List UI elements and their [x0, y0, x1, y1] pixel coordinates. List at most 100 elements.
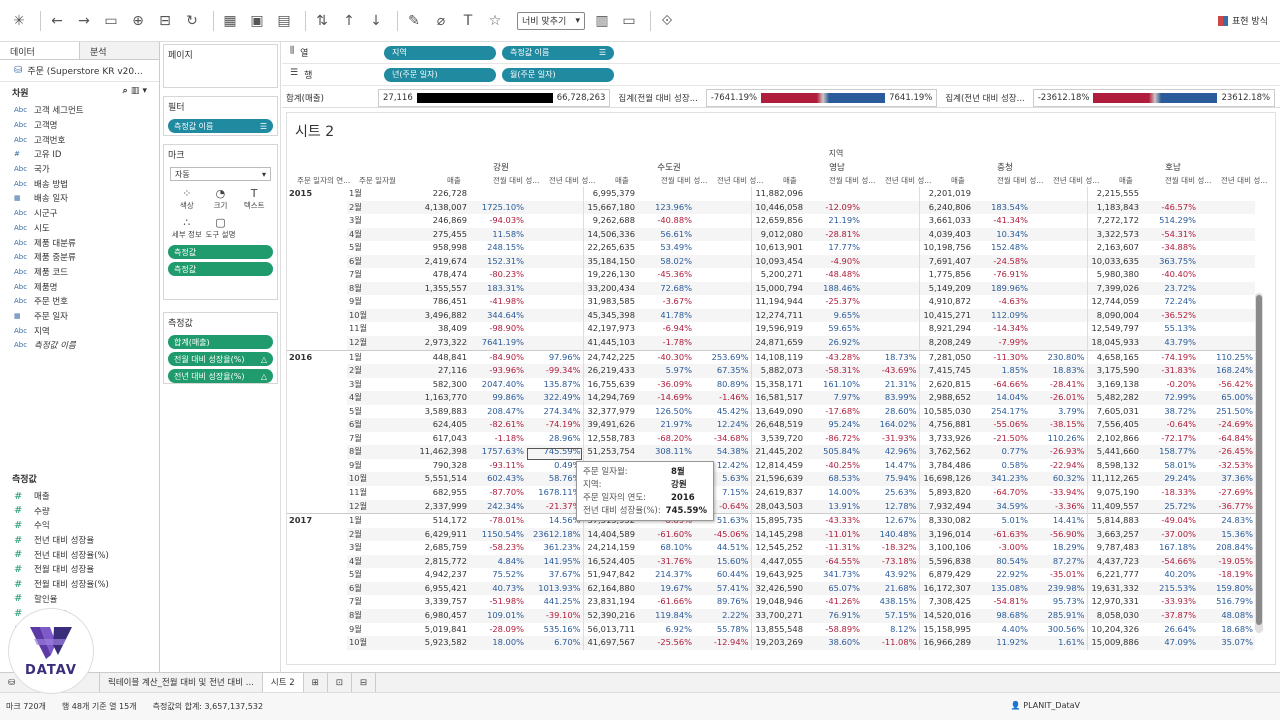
dimension-field[interactable]: Abc 제품명 [0, 279, 159, 294]
sales-cell[interactable]: 3,589,883 [415, 405, 469, 419]
month-cell[interactable]: 7월 [347, 595, 415, 609]
sales-cell[interactable]: 9,787,483 [1086, 541, 1141, 555]
month-cell[interactable]: 9월 [347, 295, 415, 309]
month-cell[interactable]: 10월 [347, 472, 415, 487]
sales-cell[interactable]: 3,339,757 [415, 595, 469, 609]
measure-column-header[interactable]: 전월 대비 성... [997, 175, 1043, 186]
growth-cell[interactable]: -64.70% [973, 486, 1030, 500]
growth-cell[interactable] [694, 322, 751, 336]
growth-cell[interactable]: 95.24% [805, 418, 862, 432]
sales-cell[interactable]: 3,496,882 [415, 308, 469, 323]
table-row[interactable]: 4월 1,163,770 99.86% 322.49% 14,294,769 -14.69… [287, 391, 1255, 405]
growth-cell[interactable]: 72.68% [637, 281, 694, 296]
sales-cell[interactable]: 3,175,590 [1086, 364, 1141, 378]
growth-cell[interactable]: 43.92% [862, 568, 919, 582]
growth-cell[interactable]: -19.05% [1198, 554, 1255, 569]
month-cell[interactable]: 5월 [347, 405, 415, 419]
growth-cell[interactable] [1141, 187, 1198, 201]
growth-cell[interactable]: 40.73% [469, 581, 526, 596]
sales-cell[interactable]: 3,661,033 [918, 214, 973, 228]
growth-cell[interactable]: 438.15% [862, 595, 919, 609]
table-row[interactable]: 7월 617,043 -1.18% 28.96% 12,558,783 -68.20% -3… [287, 431, 1255, 446]
sales-cell[interactable]: 275,455 [415, 227, 469, 242]
tab-analysis[interactable]: 분석 [80, 42, 159, 59]
growth-cell[interactable]: 230.80% [1030, 349, 1087, 365]
growth-cell[interactable]: -86.72% [805, 432, 862, 446]
growth-cell[interactable] [1198, 200, 1255, 215]
growth-cell[interactable]: -22.94% [1030, 459, 1087, 473]
growth-cell[interactable]: 58.76% [526, 472, 583, 487]
growth-cell[interactable]: -55.06% [973, 418, 1030, 432]
pin-icon[interactable]: ☆ [484, 10, 506, 32]
growth-cell[interactable]: -28.81% [805, 227, 862, 242]
growth-cell[interactable]: -11.31% [805, 541, 862, 555]
sales-cell[interactable]: 5,019,841 [415, 623, 469, 637]
growth-cell[interactable]: 1.85% [973, 364, 1030, 378]
growth-cell[interactable] [637, 187, 694, 201]
growth-cell[interactable]: 18.73% [862, 349, 919, 365]
growth-cell[interactable]: -51.98% [469, 595, 526, 609]
sales-cell[interactable]: 7,932,494 [918, 499, 973, 514]
marks-tooltip-button[interactable]: ▢ 도구 설명 [204, 215, 238, 240]
sales-cell[interactable]: 12,274,711 [750, 308, 805, 323]
sales-cell[interactable]: 786,451 [415, 295, 469, 309]
sales-cell[interactable]: 4,756,881 [918, 418, 973, 432]
growth-cell[interactable]: -64.66% [973, 378, 1030, 392]
sales-cell[interactable]: 3,100,106 [918, 541, 973, 555]
dimension-field[interactable]: Abc 제품 코드 [0, 265, 159, 280]
sort-asc-icon[interactable]: ↑ [338, 10, 360, 32]
growth-cell[interactable]: 119.84% [637, 608, 694, 623]
sales-cell[interactable]: 10,093,454 [750, 254, 805, 269]
growth-cell[interactable]: -48.48% [805, 268, 862, 282]
growth-cell[interactable]: 48.08% [1198, 608, 1255, 623]
row-header-year[interactable]: 주문 일자의 연... [297, 175, 350, 186]
growth-cell[interactable]: 14.00% [805, 486, 862, 500]
growth-cell[interactable]: 254.17% [973, 405, 1030, 419]
columns-pill-region[interactable]: 지역 [384, 45, 496, 60]
measure-column-header[interactable]: 전년 대비 성... [1221, 175, 1267, 186]
growth-cell[interactable]: 65.00% [1198, 391, 1255, 405]
growth-cell[interactable]: 8.12% [862, 623, 919, 637]
sales-cell[interactable]: 478,474 [415, 268, 469, 282]
growth-cell[interactable] [1030, 281, 1087, 296]
growth-cell[interactable] [526, 295, 583, 309]
growth-cell[interactable]: 4.40% [973, 623, 1030, 637]
growth-cell[interactable]: 253.69% [694, 349, 751, 365]
growth-cell[interactable]: 135.87% [526, 378, 583, 392]
growth-cell[interactable]: 87.27% [1030, 554, 1087, 569]
group-icon[interactable]: ⌀ [430, 10, 452, 32]
share-icon[interactable]: ⟐ [656, 10, 678, 32]
sales-cell[interactable]: 2,201,019 [918, 187, 973, 201]
growth-cell[interactable]: -21.37% [526, 499, 583, 514]
new-datasource-icon[interactable]: ⊕ [127, 10, 149, 32]
growth-cell[interactable] [973, 187, 1030, 201]
sales-cell[interactable]: 14,108,119 [750, 349, 805, 365]
growth-cell[interactable]: 7641.19% [469, 336, 526, 351]
growth-cell[interactable]: -61.63% [973, 527, 1030, 542]
growth-cell[interactable]: 23.72% [1141, 281, 1198, 296]
sales-cell[interactable]: 11,409,557 [1086, 499, 1141, 514]
rows-pill-month[interactable]: 월(주문 일자) [502, 67, 614, 82]
save-icon[interactable]: ▭ [100, 10, 122, 32]
growth-cell[interactable]: 183.31% [469, 281, 526, 296]
growth-cell[interactable]: 514.29% [1141, 214, 1198, 228]
sales-cell[interactable]: 4,437,723 [1086, 554, 1141, 569]
dimension-field[interactable]: # 고유 ID [0, 147, 159, 162]
growth-cell[interactable]: 29.24% [1141, 472, 1198, 487]
growth-cell[interactable]: -54.66% [1141, 554, 1198, 569]
table-row[interactable]: 12월 2,973,322 7641.19% 41,445,103 -1.78% 24,8… [287, 336, 1255, 351]
growth-cell[interactable]: -40.25% [805, 459, 862, 473]
sales-cell[interactable]: 2,215,555 [1086, 187, 1141, 201]
growth-cell[interactable]: 44.51% [694, 541, 751, 555]
growth-cell[interactable]: -99.34% [526, 364, 583, 378]
new-sheet-tab-icon[interactable]: ⊞ [304, 672, 328, 693]
growth-cell[interactable]: -45.06% [694, 527, 751, 542]
growth-cell[interactable]: 12.78% [862, 499, 919, 514]
growth-cell[interactable]: 65.07% [805, 581, 862, 596]
table-row[interactable]: 3월 582,300 2047.40% 135.87% 16,755,639 -36.09… [287, 377, 1255, 392]
growth-cell[interactable] [694, 254, 751, 269]
growth-cell[interactable]: 56.61% [637, 227, 694, 242]
growth-cell[interactable]: -84.90% [469, 349, 526, 365]
growth-cell[interactable]: -11.08% [862, 636, 919, 650]
month-cell[interactable]: 8월 [347, 445, 415, 459]
